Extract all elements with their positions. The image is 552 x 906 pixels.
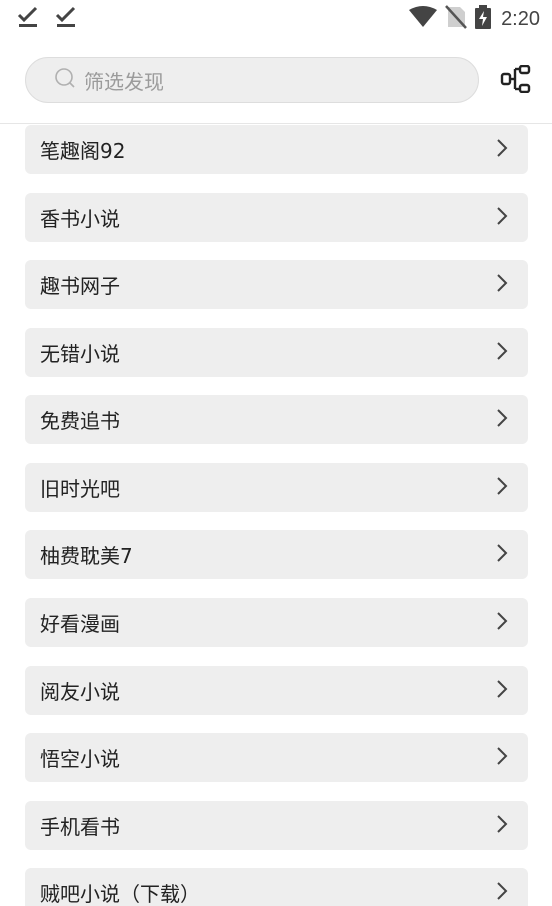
search-icon [54,67,76,93]
chevron-right-icon [496,679,508,703]
list-item-label: 柚费耽美7 [40,544,133,568]
list-item-label: 免费追书 [40,409,120,433]
status-left [17,6,77,32]
chevron-right-icon [496,341,508,365]
group-button[interactable] [498,64,534,97]
chevron-right-icon [496,206,508,230]
list-item[interactable]: 阅友小说 [25,666,528,715]
chevron-right-icon [496,138,508,162]
search-placeholder: 筛选发现 [84,69,164,94]
battery-charging-icon [475,5,492,33]
chevron-right-icon [496,611,508,635]
list-item[interactable]: 香书小说 [25,193,528,242]
list-item-label: 笔趣阁92 [40,139,126,163]
list-item-label: 旧时光吧 [40,477,120,501]
list-item[interactable]: 旧时光吧 [25,463,528,512]
list-item-label: 香书小说 [40,207,120,231]
list-item-label: 好看漫画 [40,612,120,636]
download-done-icon [55,6,77,32]
status-bar: 2:20 [0,0,552,38]
list-item-label: 无错小说 [40,342,120,366]
list-item[interactable]: 趣书网子 [25,260,528,309]
list-item[interactable]: 无错小说 [25,328,528,377]
list-item[interactable]: 笔趣阁92 [25,125,528,174]
chevron-right-icon [496,543,508,567]
download-done-icon [17,6,39,32]
list-item[interactable]: 好看漫画 [25,598,528,647]
search-input[interactable]: 筛选发现 [25,57,479,103]
wifi-icon [409,6,438,32]
list-item-label: 手机看书 [40,815,120,839]
group-tree-icon [500,64,532,97]
source-list: 笔趣阁92 香书小说 趣书网子 无错小说 免费追书 旧时光吧 柚费耽美7 好看漫… [0,124,552,906]
chevron-right-icon [496,881,508,905]
list-item-label: 阅友小说 [40,680,120,704]
chevron-right-icon [496,476,508,500]
no-sim-icon [445,5,467,33]
list-item-label: 悟空小说 [40,747,120,771]
chevron-right-icon [496,273,508,297]
list-item[interactable]: 手机看书 [25,801,528,850]
list-item[interactable]: 贼吧小说（下载） [25,868,528,906]
list-item[interactable]: 柚费耽美7 [25,530,528,579]
chevron-right-icon [496,408,508,432]
list-item[interactable]: 免费追书 [25,395,528,444]
list-item-label: 贼吧小说（下载） [40,882,200,906]
clock: 2:20 [501,7,540,30]
list-item[interactable]: 悟空小说 [25,733,528,782]
chevron-right-icon [496,746,508,770]
chevron-right-icon [496,814,508,838]
top-bar: 筛选发现 [0,38,552,124]
list-item-label: 趣书网子 [40,274,120,298]
status-right: 2:20 [409,5,540,33]
